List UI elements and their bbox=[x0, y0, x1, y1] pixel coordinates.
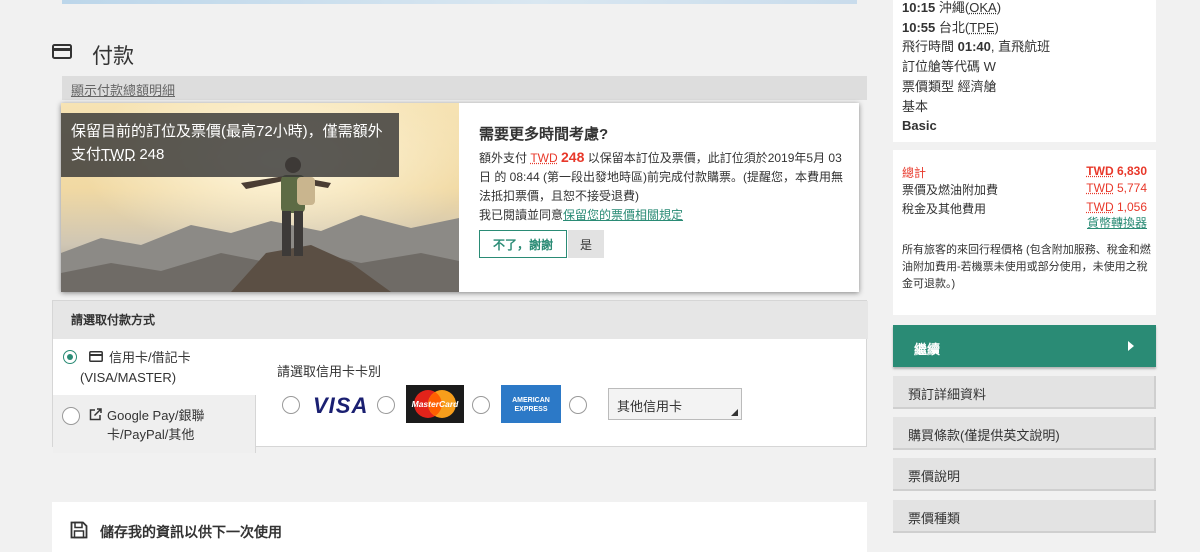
tab-other-payment-label: Google Pay/銀聯卡/PayPal/其他 bbox=[107, 408, 205, 442]
continue-button[interactable]: 繼續 bbox=[893, 325, 1156, 367]
other-card-select-value: 其他信用卡 bbox=[617, 399, 683, 414]
tab-other-payment[interactable]: Google Pay/銀聯卡/PayPal/其他 bbox=[53, 395, 256, 453]
total-amount: 6,830 bbox=[1113, 164, 1147, 178]
other-card-radio[interactable] bbox=[569, 396, 587, 414]
save-info-label: 儲存我的資訊以供下一次使用 bbox=[100, 524, 282, 540]
amex-text-line2: EXPRESS bbox=[514, 406, 548, 413]
dropdown-corner-icon bbox=[731, 409, 738, 416]
hold-overlay-amount: 248 bbox=[135, 146, 165, 163]
hold-fare-overlay: 保留目前的訂位及票價(最高72小時)，僅需額外支付TWD 248 bbox=[61, 113, 399, 177]
hold-fee-price: TWD 248 bbox=[530, 149, 585, 165]
amex-radio[interactable] bbox=[472, 396, 490, 414]
fare-rules-button[interactable]: 票價說明 bbox=[893, 458, 1156, 491]
hold-fare-card: 保留目前的訂位及票價(最高72小時)，僅需額外支付TWD 248 需要更多時間考… bbox=[61, 103, 859, 292]
credit-card-radio[interactable] bbox=[63, 350, 77, 364]
fare-type: 經濟艙 bbox=[957, 78, 997, 94]
card-type-prompt: 請選取信用卡卡別 bbox=[277, 364, 382, 379]
price-summary: 總計 TWD 6,830 票價及燃油附加費 TWD 5,774 稅金及其他費用 … bbox=[893, 150, 1156, 315]
payment-method-heading: 請選取付款方式 bbox=[71, 313, 156, 327]
tax-currency: TWD bbox=[1086, 200, 1114, 214]
arrival-code: TPE bbox=[969, 19, 995, 35]
duration-suffix: , 直飛航班 bbox=[990, 39, 1051, 55]
tax-price: TWD 1,056 bbox=[1086, 200, 1147, 214]
visa-logo: VISA bbox=[313, 393, 369, 418]
departure-code: OKA bbox=[969, 0, 997, 15]
yes-button[interactable]: 是 bbox=[568, 230, 604, 258]
tax-label: 稅金及其他費用 bbox=[902, 202, 987, 216]
hold-agree-prefix: 我已閱讀並同意 bbox=[479, 208, 564, 222]
amex-text-line1: AMERICAN bbox=[512, 397, 550, 404]
fare-fuel-amount: 5,774 bbox=[1113, 181, 1147, 195]
fare-basic-zh: 基本 bbox=[902, 98, 929, 114]
save-info-section: 儲存我的資訊以供下一次使用 bbox=[52, 502, 867, 552]
total-label: 總計 bbox=[902, 166, 927, 180]
tab-credit-card[interactable]: 信用卡/借記卡 (VISA/MASTER) bbox=[53, 339, 256, 395]
mastercard-text: MasterCard bbox=[412, 399, 460, 409]
total-price: TWD 6,830 bbox=[1086, 164, 1147, 178]
save-disk-icon bbox=[70, 521, 88, 539]
credit-card-icon bbox=[89, 351, 103, 362]
flight-summary: 10:15 沖繩(OKA) 10:55 台北(TPE) 飛行時間 01:40, … bbox=[893, 0, 1156, 142]
payment-method-section: 請選取付款方式 信用卡/借記卡 (VISA/MASTER) Google Pay… bbox=[52, 300, 868, 453]
hold-policy-link[interactable]: 保留您的票價相關規定 bbox=[563, 208, 683, 222]
currency-converter-link[interactable]: 貨幣轉換器 bbox=[1087, 214, 1147, 231]
fare-fuel-price: TWD 5,774 bbox=[1086, 181, 1147, 195]
visa-radio[interactable] bbox=[282, 396, 300, 414]
duration-label: 飛行時間 bbox=[902, 39, 958, 55]
tab-credit-card-label: 信用卡/借記卡 bbox=[109, 350, 191, 365]
mastercard-radio[interactable] bbox=[377, 396, 395, 414]
hero-image-strip bbox=[62, 0, 857, 4]
flight-details: 10:15 沖繩(OKA) 10:55 台北(TPE) 飛行時間 01:40, … bbox=[902, 0, 1050, 136]
fare-type-line: 票價類型 經濟艙 bbox=[902, 77, 1050, 97]
arrow-right-icon bbox=[1128, 341, 1134, 351]
departure-time: 10:15 bbox=[902, 0, 936, 15]
fare-type-label: 票價類型 bbox=[902, 78, 958, 94]
booking-details-button[interactable]: 預訂詳細資料 bbox=[893, 376, 1156, 409]
tab-credit-card-sublabel: (VISA/MASTER) bbox=[80, 370, 177, 385]
hold-fare-info: 需要更多時間考慮? 額外支付 TWD 248 以保留本訂位及票價，此訂位須於20… bbox=[479, 123, 844, 225]
hold-fee-currency: TWD bbox=[530, 151, 558, 165]
hold-fare-heading: 需要更多時間考慮? bbox=[479, 126, 609, 143]
continue-label: 繼續 bbox=[914, 342, 941, 357]
fare-fuel-currency: TWD bbox=[1086, 181, 1114, 195]
duration-line: 飛行時間 01:40, 直飛航班 bbox=[902, 37, 1050, 57]
flight-duration: 01:40 bbox=[957, 39, 991, 55]
mastercard-logo: MasterCard bbox=[406, 385, 464, 423]
fare-fuel-label: 票價及燃油附加費 bbox=[902, 183, 999, 197]
hold-overlay-currency: TWD bbox=[101, 146, 136, 163]
amex-logo: AMERICAN EXPRESS bbox=[501, 385, 561, 423]
departure-city: 沖繩( bbox=[938, 0, 970, 15]
arrival-time: 10:55 bbox=[902, 19, 936, 35]
price-fine-print: 所有旅客的來回行程價格 (包含附加服務、稅金和燃油附加費用-若機票未使用或部分使… bbox=[902, 244, 1151, 290]
page-title: 付款 bbox=[92, 45, 134, 68]
no-thanks-button[interactable]: 不了，謝謝 bbox=[479, 230, 567, 258]
hold-fare-description: 額外支付 TWD 248 以保留本訂位及票價，此訂位須於2019年5月 03日 … bbox=[479, 148, 844, 225]
departure-line: 10:15 沖繩(OKA) bbox=[902, 0, 1002, 15]
other-payment-radio[interactable] bbox=[62, 407, 80, 425]
hold-fee-amount: 248 bbox=[561, 149, 585, 165]
fare-types-button[interactable]: 票價種類 bbox=[893, 500, 1156, 533]
fare-basic-en: Basic bbox=[902, 118, 937, 134]
hold-body-prefix: 額外支付 bbox=[479, 151, 531, 165]
purchase-terms-button[interactable]: 購買條款(僅提供英文說明) bbox=[893, 417, 1156, 450]
booking-class: 訂位艙等代碼 W bbox=[902, 59, 996, 75]
external-link-icon bbox=[89, 408, 102, 421]
tax-amount: 1,056 bbox=[1113, 200, 1147, 214]
payment-method-header: 請選取付款方式 bbox=[53, 301, 868, 339]
arrival-line: 10:55 台北(TPE) bbox=[902, 19, 999, 35]
other-card-select[interactable]: 其他信用卡 bbox=[608, 388, 742, 420]
total-currency: TWD bbox=[1086, 164, 1114, 178]
summary-bar bbox=[62, 76, 867, 100]
credit-card-icon bbox=[52, 44, 72, 59]
arrival-city: 台北( bbox=[938, 19, 970, 35]
show-payment-summary-link[interactable]: 顯示付款總額明細 bbox=[71, 80, 175, 99]
